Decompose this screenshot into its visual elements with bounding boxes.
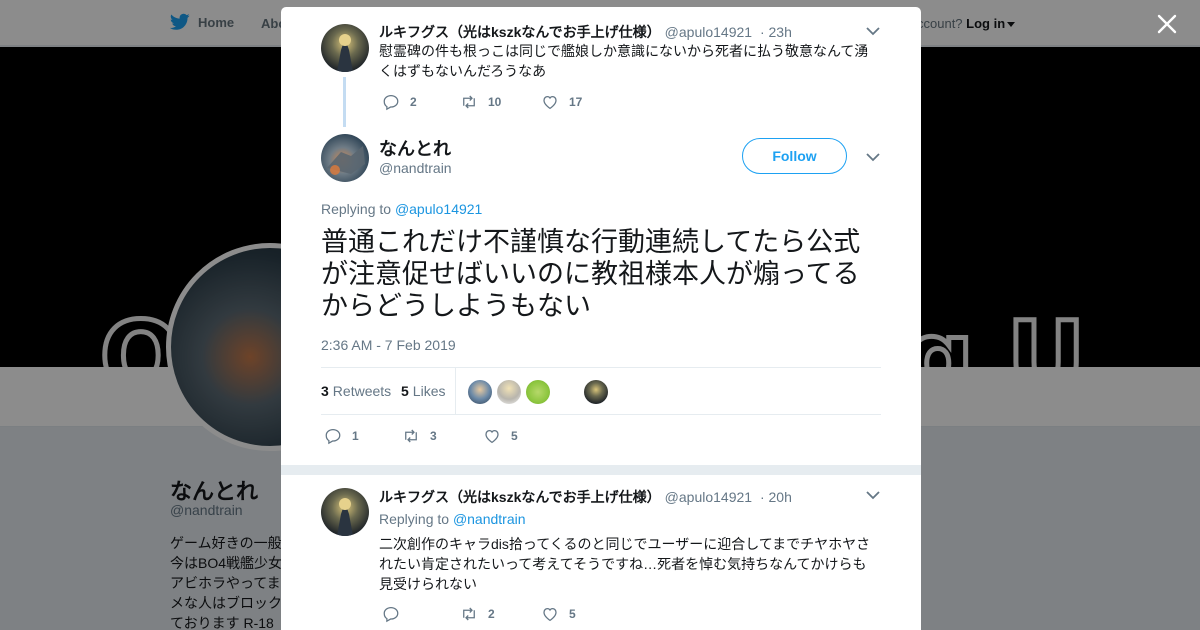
likes-stat-label: Likes — [412, 383, 446, 399]
retweets-stat-label: Retweets — [332, 383, 392, 399]
heart-icon — [485, 429, 499, 444]
main-tweet-author-name[interactable]: なんとれ — [379, 135, 451, 161]
retweet-count: 10 — [488, 95, 502, 109]
section-divider — [281, 465, 921, 475]
like-count: 17 — [569, 95, 583, 109]
heart-icon — [543, 607, 557, 622]
like-count: 5 — [569, 607, 576, 621]
like-count: 5 — [511, 429, 518, 443]
replying-to-link[interactable]: @nandtrain — [453, 511, 526, 527]
replying-prefix: Replying to — [321, 201, 392, 217]
retweet-action[interactable]: 3 — [402, 427, 483, 445]
avatar[interactable] — [321, 24, 369, 72]
reply-action[interactable]: 1 — [324, 427, 402, 445]
liker-avatar[interactable] — [468, 380, 492, 404]
likes-stat[interactable]: 5 Likes — [401, 383, 445, 399]
main-tweet-actions: 1 3 5 — [324, 427, 518, 445]
tweet-time[interactable]: · 23h — [760, 24, 792, 40]
avatar-art — [327, 146, 365, 175]
reply-icon — [383, 94, 399, 111]
reply-icon — [383, 606, 399, 623]
retweet-icon — [463, 607, 475, 621]
retweet-count: 3 — [430, 429, 437, 443]
main-tweet-author-handle[interactable]: @nandtrain — [379, 160, 452, 176]
thread-connector — [343, 77, 346, 127]
retweet-icon — [463, 95, 475, 109]
heart-icon — [543, 95, 557, 110]
retweet-action[interactable]: 2 — [460, 605, 541, 623]
follow-button[interactable]: Follow — [742, 138, 847, 174]
replying-to: Replying to @apulo14921 — [321, 201, 482, 217]
tweet-stats: 3 Retweets 5 Likes — [321, 367, 881, 415]
chevron-down-icon[interactable] — [866, 491, 880, 500]
retweet-icon — [405, 429, 417, 443]
liker-avatar[interactable] — [526, 380, 550, 404]
main-tweet-text: 普通これだけ不謹慎な行動連続してたら公式が注意促せばいいのに教祖様本人が煽ってる… — [321, 227, 861, 321]
reply-count: 1 — [352, 429, 359, 443]
tweet-author-name[interactable]: ルキフグス（光はkszkなんでお手上げ仕様） — [379, 24, 661, 40]
like-action[interactable]: 17 — [541, 93, 582, 111]
avatar[interactable] — [321, 134, 369, 182]
tweet-timestamp[interactable]: 2:36 AM - 7 Feb 2019 — [321, 337, 456, 353]
reply-action[interactable] — [382, 605, 460, 623]
reply-count: 2 — [410, 95, 417, 109]
tweet-author-name[interactable]: ルキフグス（光はkszkなんでお手上げ仕様） — [379, 489, 661, 505]
chevron-down-icon[interactable] — [866, 153, 880, 162]
tweet-actions: 2 10 17 — [382, 93, 582, 111]
reply-icon — [325, 428, 341, 445]
like-action[interactable]: 5 — [541, 605, 576, 623]
avatar-art — [337, 34, 353, 72]
retweets-stat[interactable]: 3 Retweets — [321, 383, 391, 399]
tweet-text: 慰霊碑の件も根っこは同じで艦娘しか意識にないから死者に払う敬意なんて湧くはずもな… — [379, 43, 869, 79]
reply-action[interactable]: 2 — [382, 93, 460, 111]
likes-stat-count: 5 — [401, 383, 409, 399]
avatar[interactable] — [321, 488, 369, 536]
replying-to-link[interactable]: @apulo14921 — [395, 201, 482, 217]
tweet-header: ルキフグス（光はkszkなんでお手上げ仕様） @apulo14921 · 20h — [379, 487, 792, 507]
replying-to: Replying to @nandtrain — [379, 511, 526, 527]
retweet-count: 2 — [488, 607, 495, 621]
retweets-stat-count: 3 — [321, 383, 329, 399]
tweet-actions: 2 5 — [382, 605, 576, 623]
avatar-art — [337, 498, 353, 536]
tweet-author-handle[interactable]: @apulo14921 — [665, 24, 752, 40]
retweet-action[interactable]: 10 — [460, 93, 541, 111]
like-action[interactable]: 5 — [483, 427, 518, 445]
tweet-modal: ルキフグス（光はkszkなんでお手上げ仕様） @apulo14921 · 23h … — [281, 7, 921, 630]
liker-avatar[interactable] — [584, 380, 608, 404]
liker-avatar[interactable] — [497, 380, 521, 404]
stats-divider — [455, 368, 456, 414]
chevron-down-icon[interactable] — [866, 27, 880, 36]
tweet-time[interactable]: · 20h — [760, 489, 792, 505]
tweet-header: ルキフグス（光はkszkなんでお手上げ仕様） @apulo14921 · 23h — [379, 22, 792, 42]
tweet-author-handle[interactable]: @apulo14921 — [665, 489, 752, 505]
tweet-text: 二次創作のキャラdis拾ってくるのと同じでユーザーに迎合してまでチヤホヤされたい… — [379, 536, 871, 592]
close-icon[interactable] — [1155, 12, 1179, 36]
replying-prefix: Replying to — [379, 511, 450, 527]
